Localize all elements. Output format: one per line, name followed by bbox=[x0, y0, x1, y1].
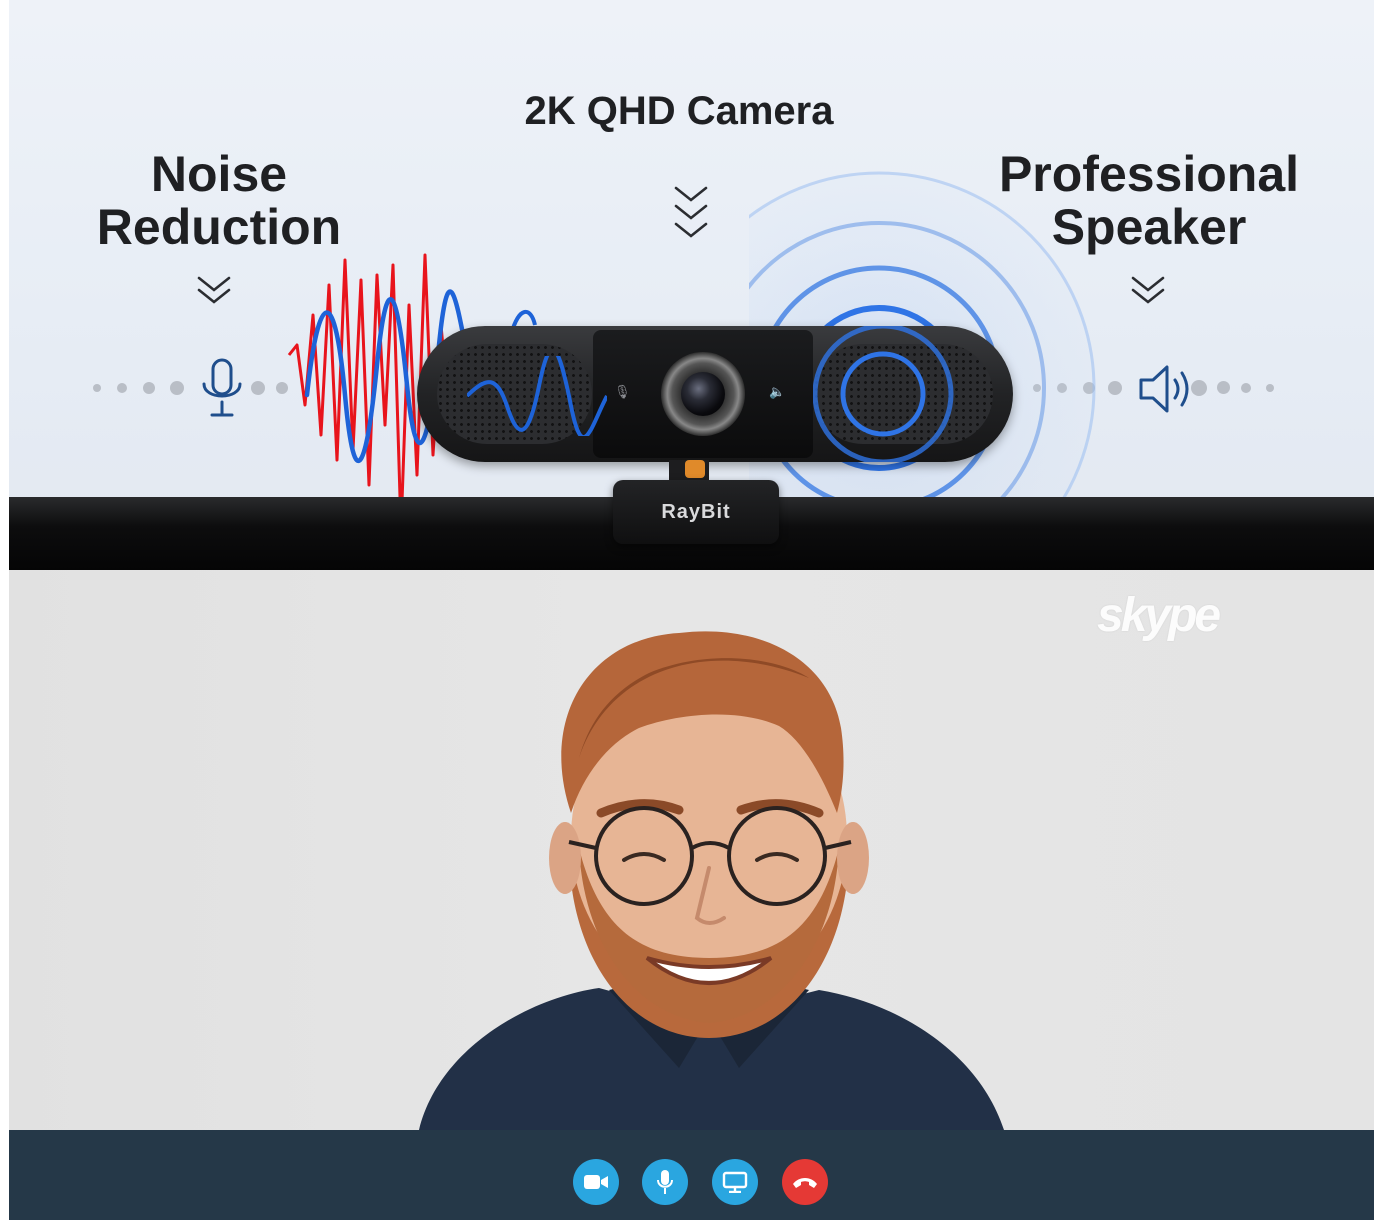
left-dotted-line bbox=[93, 380, 193, 395]
skype-watermark: skype bbox=[1097, 589, 1221, 642]
brand-label: RayBit bbox=[661, 501, 731, 523]
caller-portrait bbox=[419, 631, 1004, 1130]
small-mic-icon: 🎙 bbox=[614, 384, 631, 399]
microphone-icon bbox=[202, 358, 242, 417]
webcam-device: 🎙 🔈 bbox=[417, 326, 1013, 462]
video-call-view: skype bbox=[9, 570, 1374, 1130]
end-call-button[interactable] bbox=[782, 1159, 828, 1205]
screen-share-button[interactable] bbox=[712, 1159, 758, 1205]
microphone-toggle-button[interactable] bbox=[642, 1159, 688, 1205]
right-dotted-line-2 bbox=[1191, 380, 1291, 396]
noise-title-line1: Noise bbox=[150, 146, 288, 202]
feature-panel: 2K QHD Camera Noise Reduction Profession… bbox=[9, 0, 1374, 570]
camera-feature-title: 2K QHD Camera bbox=[524, 89, 834, 133]
microphone-icon bbox=[657, 1170, 673, 1194]
camera-lens bbox=[681, 372, 725, 416]
webcam-mount-knob bbox=[685, 460, 705, 478]
double-chevron-down-icon bbox=[197, 276, 231, 304]
triple-chevron-down-icon bbox=[674, 186, 708, 238]
noise-feature-title: Noise Reduction bbox=[64, 148, 374, 253]
screen-share-icon bbox=[722, 1171, 748, 1193]
speaker-icon bbox=[1139, 365, 1189, 413]
hang-up-icon bbox=[793, 1178, 817, 1188]
video-camera-icon bbox=[584, 1175, 608, 1189]
wave-overlay-graphic bbox=[467, 356, 607, 436]
video-toggle-button[interactable] bbox=[573, 1159, 619, 1205]
small-speaker-icon: 🔈 bbox=[769, 384, 786, 399]
ripple-overlay-graphic bbox=[813, 326, 954, 462]
double-chevron-down-icon bbox=[1131, 276, 1165, 304]
call-controls-bar bbox=[9, 1130, 1374, 1220]
product-image: 2K QHD Camera Noise Reduction Profession… bbox=[9, 0, 1374, 1220]
